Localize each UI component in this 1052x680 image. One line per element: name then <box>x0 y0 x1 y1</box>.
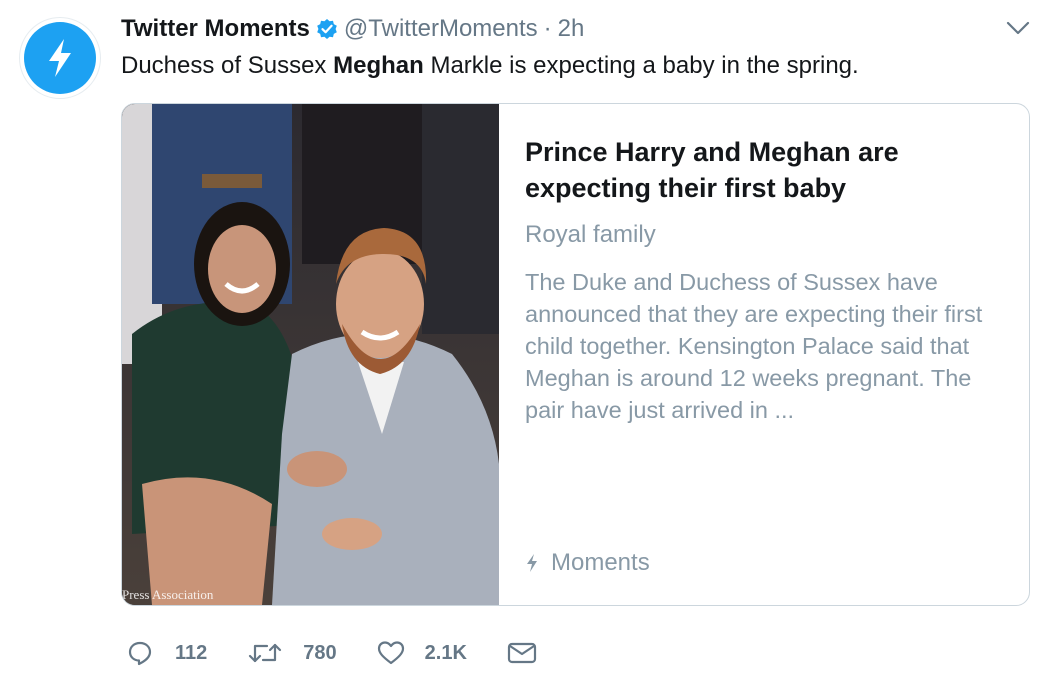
direct-message-button[interactable] <box>507 641 557 665</box>
separator-dot: · <box>543 15 552 42</box>
avatar[interactable] <box>20 18 100 98</box>
tweet-timestamp[interactable]: 2h <box>558 14 585 44</box>
card-category: Royal family <box>525 221 656 248</box>
heart-icon <box>377 641 404 665</box>
author-name[interactable]: Twitter Moments <box>121 14 310 44</box>
retweet-arrows-icon <box>249 643 282 663</box>
author-handle[interactable]: @TwitterMoments <box>344 14 538 44</box>
retweet-button[interactable]: 780 <box>247 641 337 665</box>
card-source: Moments <box>525 549 650 577</box>
tweet-header: Twitter Moments @TwitterMoments · 2h <box>121 14 584 44</box>
envelope-icon <box>507 642 536 664</box>
lightning-bolt-icon <box>527 554 537 572</box>
lightning-bolt-icon <box>49 39 71 77</box>
reply-count: 112 <box>175 641 208 664</box>
reply-button[interactable]: 112 <box>127 640 207 666</box>
card-photo[interactable]: Press Association <box>122 104 499 605</box>
card-title[interactable]: Prince Harry and Meghan are expecting th… <box>525 134 995 206</box>
chevron-down-icon <box>1006 21 1030 35</box>
card-body: Prince Harry and Meghan are expecting th… <box>525 134 995 426</box>
tweet-text-highlight: Meghan <box>333 52 424 79</box>
like-count: 2.1K <box>424 641 467 664</box>
avatar-circle <box>24 22 96 94</box>
card-description: The Duke and Duchess of Sussex have anno… <box>525 269 983 423</box>
verified-badge-icon <box>316 18 338 40</box>
image-credit: Press Association <box>122 587 214 602</box>
tweet-text: Duchess of Sussex Meghan Markle is expec… <box>121 50 859 82</box>
card-source-label: Moments <box>551 549 650 576</box>
moment-card[interactable]: Press Association Prince Harry and Megha… <box>121 103 1030 606</box>
tweet-text-end: Markle is expecting a baby in the spring… <box>423 52 859 79</box>
speech-bubble-icon <box>128 641 152 666</box>
more-options-button[interactable] <box>1006 20 1030 41</box>
like-button[interactable]: 2.1K <box>377 640 467 666</box>
tweet-text-start: Duchess of Sussex <box>121 52 334 79</box>
tweet-actions: 112 780 2.1K <box>127 640 597 666</box>
retweet-count: 780 <box>303 641 337 664</box>
